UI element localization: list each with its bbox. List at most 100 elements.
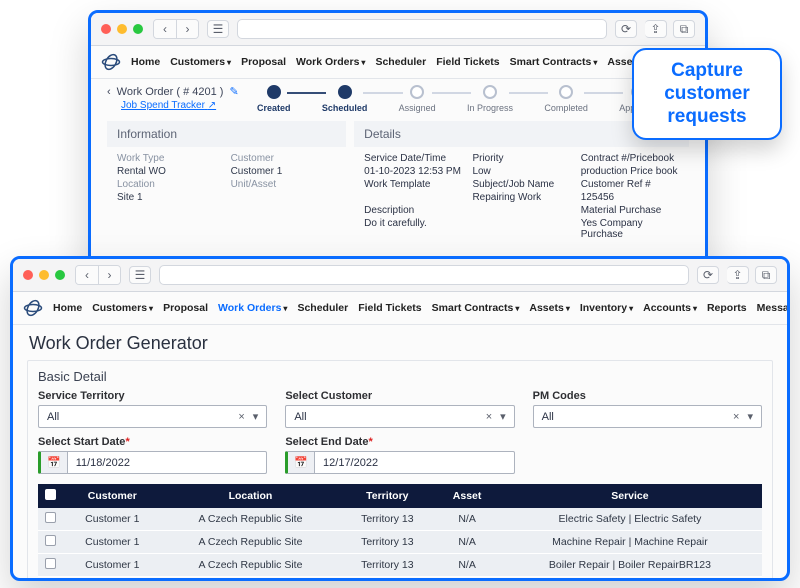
back-icon[interactable]: ‹ — [76, 266, 98, 284]
back-arrow-icon[interactable]: ‹ — [107, 86, 111, 98]
nav-messages[interactable]: Messages — [757, 302, 790, 314]
table-row[interactable]: Customer 1 A Czech Republic Site Territo… — [38, 554, 762, 577]
table-row[interactable]: Customer 1 A Czech Republic Site Territo… — [38, 508, 762, 531]
value-customer: Customer 1 — [231, 166, 337, 177]
share-icon[interactable]: ⇪ — [645, 20, 667, 38]
value-template — [364, 192, 462, 203]
work-order-content: ‹ Work Order ( # 4201 ) ✎ Job Spend Trac… — [91, 79, 705, 256]
nav-smartcontracts[interactable]: Smart Contracts▾ — [510, 56, 598, 68]
nav-smartcontracts[interactable]: Smart Contracts▾ — [432, 302, 520, 314]
nav-proposal[interactable]: Proposal — [163, 302, 208, 314]
sidebar-icon[interactable]: ☰ — [129, 266, 151, 284]
value-service-date: 01-10-2023 12:53 PM — [364, 166, 462, 177]
row-checkbox[interactable] — [45, 558, 56, 569]
step-scheduled[interactable]: Scheduled — [322, 85, 368, 113]
section-title: Basic Detail — [38, 369, 762, 384]
nav-inventory[interactable]: Inventory▾ — [580, 302, 633, 314]
window-controls — [101, 24, 143, 34]
header-customer: Customer — [62, 484, 163, 508]
label-material: Material Purchase — [581, 205, 679, 216]
select-pm[interactable]: All ×▾ — [533, 405, 762, 428]
label-customer: Select Customer — [285, 390, 514, 402]
nav-home[interactable]: Home — [53, 302, 82, 314]
nav-back-forward: ‹ › — [75, 265, 121, 285]
table-row[interactable]: Customer 1 A Czech Republic Site Territo… — [38, 531, 762, 554]
calendar-icon: 📅 — [288, 452, 315, 473]
chevron-down-icon: ▾ — [593, 58, 597, 67]
select-territory[interactable]: All ×▾ — [38, 405, 267, 428]
clear-icon[interactable]: × — [733, 411, 739, 423]
label-desc: Description — [364, 205, 462, 216]
nav-fieldtickets[interactable]: Field Tickets — [436, 56, 499, 68]
callout-line: customer — [646, 83, 768, 106]
chevron-down-icon: ▾ — [693, 304, 697, 313]
min-dot[interactable] — [39, 270, 49, 280]
select-customer[interactable]: All ×▾ — [285, 405, 514, 428]
forward-icon[interactable]: › — [98, 266, 120, 284]
nav-accounts[interactable]: Accounts▾ — [643, 302, 697, 314]
url-bar[interactable] — [237, 19, 607, 39]
header-territory: Territory — [338, 484, 436, 508]
header-asset: Asset — [436, 484, 498, 508]
date-end[interactable]: 📅 12/17/2022 — [285, 451, 514, 474]
nav-workorders[interactable]: Work Orders▾ — [218, 302, 287, 314]
forward-icon[interactable]: › — [176, 20, 198, 38]
step-created[interactable]: Created — [257, 85, 291, 113]
external-link-icon: ↗ — [208, 100, 216, 111]
nav-customers[interactable]: Customers▾ — [92, 302, 153, 314]
value-work-type: Rental WO — [117, 166, 223, 177]
nav-back-forward: ‹ › — [153, 19, 199, 39]
date-start[interactable]: 📅 11/18/2022 — [38, 451, 267, 474]
tabs-icon[interactable]: ⧉ — [673, 20, 695, 38]
value-unit — [231, 192, 337, 203]
header-checkbox[interactable] — [38, 484, 62, 508]
sidebar-icon[interactable]: ☰ — [207, 20, 229, 38]
nav-scheduler[interactable]: Scheduler — [375, 56, 426, 68]
chevron-down-icon: ▾ — [566, 304, 570, 313]
panel-details: Details Service Date/Time Priority Contr… — [354, 121, 689, 246]
value-cref: 125456 — [581, 192, 679, 203]
nav-customers[interactable]: Customers▾ — [170, 56, 231, 68]
breadcrumb-title: Work Order ( # 4201 ) — [117, 86, 224, 98]
label-template: Work Template — [364, 179, 462, 190]
top-nav: Home Customers▾ Proposal Work Orders▾ Sc… — [13, 292, 787, 325]
nav-fieldtickets[interactable]: Field Tickets — [358, 302, 421, 314]
value-desc: Do it carefully. — [364, 218, 462, 240]
row-checkbox[interactable] — [45, 512, 56, 523]
min-dot[interactable] — [117, 24, 127, 34]
value-priority: Low — [472, 166, 570, 177]
close-dot[interactable] — [101, 24, 111, 34]
nav-proposal[interactable]: Proposal — [241, 56, 286, 68]
value-contract: production Price book — [581, 166, 679, 177]
close-dot[interactable] — [23, 270, 33, 280]
step-assigned[interactable]: Assigned — [399, 85, 436, 113]
nav-reports[interactable]: Reports — [707, 302, 747, 314]
clear-icon[interactable]: × — [238, 411, 244, 423]
value-material: Yes Company Purchase — [581, 218, 679, 240]
chevron-down-icon: ▾ — [500, 410, 506, 423]
row-checkbox[interactable] — [45, 535, 56, 546]
nav-assets[interactable]: Assets▾ — [529, 302, 569, 314]
step-completed[interactable]: Completed — [544, 85, 588, 113]
callout-bubble: Capture customer requests — [632, 48, 782, 140]
reload-icon[interactable]: ⟳ — [697, 266, 719, 284]
step-inprogress[interactable]: In Progress — [467, 85, 513, 113]
max-dot[interactable] — [133, 24, 143, 34]
table-header: Customer Location Territory Asset Servic… — [38, 484, 762, 508]
nav-workorders[interactable]: Work Orders▾ — [296, 56, 365, 68]
tabs-icon[interactable]: ⧉ — [755, 266, 777, 284]
edit-icon[interactable]: ✎ — [229, 85, 238, 98]
chevron-down-icon: ▾ — [629, 304, 633, 313]
filter-row-2: Select Start Date* 📅 11/18/2022 Select E… — [38, 436, 762, 474]
url-bar[interactable] — [159, 265, 689, 285]
nav-home[interactable]: Home — [131, 56, 160, 68]
label-pm: PM Codes — [533, 390, 762, 402]
header-service: Service — [498, 484, 762, 508]
cell-location: A Czech Republic Site — [163, 508, 339, 531]
clear-icon[interactable]: × — [486, 411, 492, 423]
reload-icon[interactable]: ⟳ — [615, 20, 637, 38]
share-icon[interactable]: ⇪ — [727, 266, 749, 284]
nav-scheduler[interactable]: Scheduler — [297, 302, 348, 314]
max-dot[interactable] — [55, 270, 65, 280]
back-icon[interactable]: ‹ — [154, 20, 176, 38]
